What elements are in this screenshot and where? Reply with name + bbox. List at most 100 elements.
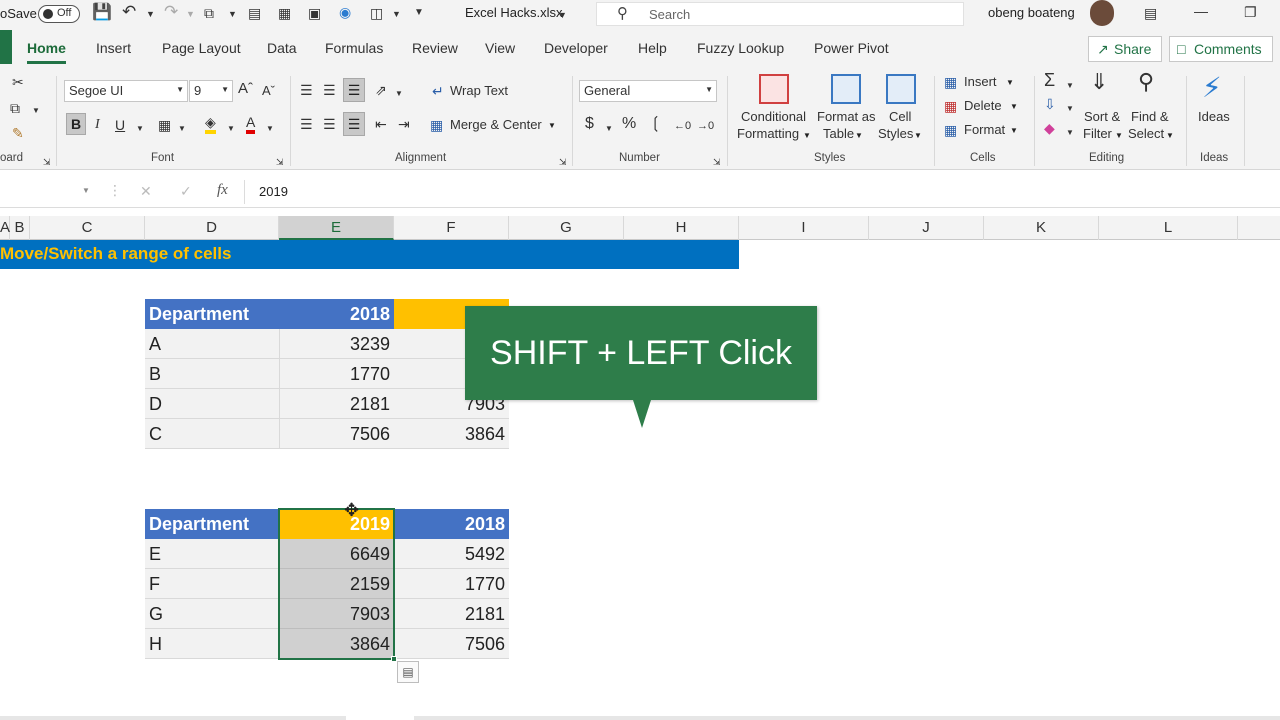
share-button[interactable]: ↗ Share bbox=[1088, 36, 1162, 62]
table-cell[interactable]: 2181 bbox=[279, 389, 394, 419]
minimize-icon[interactable]: — bbox=[1194, 3, 1208, 19]
column-header-c[interactable]: C bbox=[30, 216, 145, 240]
increase-indent-icon[interactable]: ⇥ bbox=[398, 116, 410, 132]
table-cell[interactable]: E bbox=[145, 539, 279, 569]
horizontal-scrollbar[interactable] bbox=[414, 716, 1280, 720]
bold-button[interactable]: B bbox=[66, 113, 86, 135]
worksheet-grid[interactable]: Move/Switch a range of cells Department … bbox=[0, 240, 1280, 720]
enter-icon[interactable]: ✓ bbox=[180, 183, 192, 199]
font-size-combo[interactable]: 9 ▼ bbox=[189, 80, 233, 102]
format-as-table-button[interactable]: Format as Table ▼ bbox=[815, 74, 877, 146]
doc-dropdown-icon[interactable]: ▼ bbox=[392, 6, 401, 22]
file-tab[interactable] bbox=[0, 30, 12, 64]
tab-review[interactable]: Review bbox=[412, 40, 458, 56]
clear-dropdown-icon[interactable]: ▼ bbox=[1066, 125, 1074, 141]
copy-dropdown-icon[interactable]: ▼ bbox=[32, 103, 40, 119]
underline-button[interactable]: U bbox=[115, 117, 125, 133]
borders-dropdown-icon[interactable]: ▼ bbox=[178, 121, 186, 137]
table-cell[interactable]: 7506 bbox=[394, 629, 509, 659]
formula-input[interactable]: 2019 bbox=[244, 180, 1280, 204]
fill-color-icon[interactable]: ◈ bbox=[205, 114, 216, 134]
table1-header-department[interactable]: Department bbox=[145, 299, 279, 329]
format-painter-icon[interactable]: ✎ bbox=[12, 125, 24, 141]
tab-formulas[interactable]: Formulas bbox=[325, 40, 383, 56]
autosum-icon[interactable]: Σ bbox=[1044, 71, 1055, 89]
column-header-e[interactable]: E bbox=[279, 216, 394, 240]
table2-header-2018[interactable]: 2018 bbox=[394, 509, 509, 539]
tab-home[interactable]: Home bbox=[27, 40, 66, 64]
fill-icon[interactable]: ⇩ bbox=[1044, 96, 1056, 112]
table-cell[interactable]: H bbox=[145, 629, 279, 659]
ribbon-display-icon[interactable]: ▤ bbox=[1144, 5, 1157, 21]
table-cell[interactable]: 7506 bbox=[279, 419, 394, 449]
cancel-icon[interactable]: ✕ bbox=[140, 183, 152, 199]
copy-format-icon[interactable]: ⧉ bbox=[204, 5, 214, 21]
number-format-combo[interactable]: General ▼ bbox=[579, 80, 717, 102]
selected-cell[interactable]: 3864 bbox=[279, 629, 394, 659]
percent-icon[interactable]: % bbox=[622, 116, 636, 132]
currency-icon[interactable]: $ bbox=[585, 116, 594, 132]
table-cell[interactable]: 5492 bbox=[394, 539, 509, 569]
table-cell[interactable]: D bbox=[145, 389, 279, 419]
decrease-indent-icon[interactable]: ⇤ bbox=[375, 116, 387, 132]
find-select-button[interactable]: ⚲ Find & Select ▼ bbox=[1128, 71, 1178, 144]
insert-button[interactable]: ▦ Insert ▼ bbox=[944, 72, 1026, 92]
align-left-icon[interactable]: ☰ bbox=[300, 116, 313, 132]
column-header-g[interactable]: G bbox=[509, 216, 624, 240]
column-header-a[interactable]: A bbox=[0, 216, 10, 240]
table-cell[interactable]: B bbox=[145, 359, 279, 389]
font-color-dropdown-icon[interactable]: ▼ bbox=[266, 121, 274, 137]
document-icon[interactable]: ◫ bbox=[370, 5, 383, 21]
autosave-toggle[interactable]: Off bbox=[38, 5, 80, 23]
clipboard-launcher-icon[interactable]: ⇲ bbox=[43, 154, 51, 170]
increase-font-icon[interactable]: Aˆ bbox=[238, 81, 253, 97]
cell-styles-button[interactable]: Cell Styles ▼ bbox=[876, 74, 926, 146]
format-button[interactable]: ▦ Format ▼ bbox=[944, 120, 1026, 140]
table-cell[interactable]: 1770 bbox=[394, 569, 509, 599]
font-launcher-icon[interactable]: ⇲ bbox=[276, 154, 284, 170]
customize-qat-icon[interactable]: ▼ bbox=[414, 5, 424, 21]
fill-dropdown-icon[interactable]: ▼ bbox=[1066, 101, 1074, 117]
merge-center-button[interactable]: ▦ Merge & Center ▼ bbox=[430, 114, 562, 136]
table2-header-department[interactable]: Department bbox=[145, 509, 279, 539]
align-middle-icon[interactable]: ☰ bbox=[323, 82, 336, 98]
undo-dropdown-icon[interactable]: ▼ bbox=[146, 6, 155, 22]
align-bottom-icon[interactable]: ☰ bbox=[343, 78, 365, 102]
font-color-icon[interactable]: A bbox=[246, 114, 256, 134]
tab-power-pivot[interactable]: Power Pivot bbox=[814, 40, 889, 56]
font-name-combo[interactable]: Segoe UI ▼ bbox=[64, 80, 188, 102]
underline-dropdown-icon[interactable]: ▼ bbox=[136, 121, 144, 137]
table-cell[interactable]: 3239 bbox=[279, 329, 394, 359]
selected-cell[interactable]: 7903 bbox=[279, 599, 394, 629]
orientation-icon[interactable]: ⇗ bbox=[375, 82, 387, 98]
column-header-l[interactable]: L bbox=[1099, 216, 1238, 240]
print-preview-icon[interactable]: ▤ bbox=[248, 5, 261, 21]
avatar[interactable] bbox=[1090, 0, 1114, 26]
table2-header-2019[interactable]: 2019 bbox=[279, 509, 394, 539]
tab-developer[interactable]: Developer bbox=[544, 40, 608, 56]
redo-icon[interactable]: ↷ bbox=[164, 3, 178, 20]
insert-function-icon[interactable]: fx bbox=[217, 182, 228, 198]
table-cell[interactable]: C bbox=[145, 419, 279, 449]
table-cell[interactable]: F bbox=[145, 569, 279, 599]
align-center-icon[interactable]: ☰ bbox=[323, 116, 336, 132]
autosum-dropdown-icon[interactable]: ▼ bbox=[1066, 78, 1074, 94]
selected-cell[interactable]: 2159 bbox=[279, 569, 394, 599]
tab-page-layout[interactable]: Page Layout bbox=[162, 40, 241, 56]
qat-dropdown-icon[interactable]: ▼ bbox=[228, 6, 237, 22]
tab-view[interactable]: View bbox=[485, 40, 515, 56]
sort-filter-button[interactable]: ⇓ Sort & Filter ▼ bbox=[1082, 71, 1128, 144]
column-header-k[interactable]: K bbox=[984, 216, 1099, 240]
column-header-j[interactable]: J bbox=[869, 216, 984, 240]
clear-icon[interactable]: ◆ bbox=[1044, 120, 1055, 136]
table-icon[interactable]: ▦ bbox=[278, 5, 291, 21]
orientation-dropdown-icon[interactable]: ▼ bbox=[395, 86, 403, 102]
circle-icon[interactable]: ◉ bbox=[339, 4, 351, 20]
align-right-icon[interactable]: ☰ bbox=[343, 112, 365, 136]
undo-icon[interactable]: ↶ bbox=[122, 3, 136, 20]
sheet-tabs-area[interactable] bbox=[0, 716, 346, 720]
italic-button[interactable]: I bbox=[95, 117, 100, 133]
column-header-i[interactable]: I bbox=[739, 216, 869, 240]
tab-data[interactable]: Data bbox=[267, 40, 297, 56]
tab-help[interactable]: Help bbox=[638, 40, 667, 56]
